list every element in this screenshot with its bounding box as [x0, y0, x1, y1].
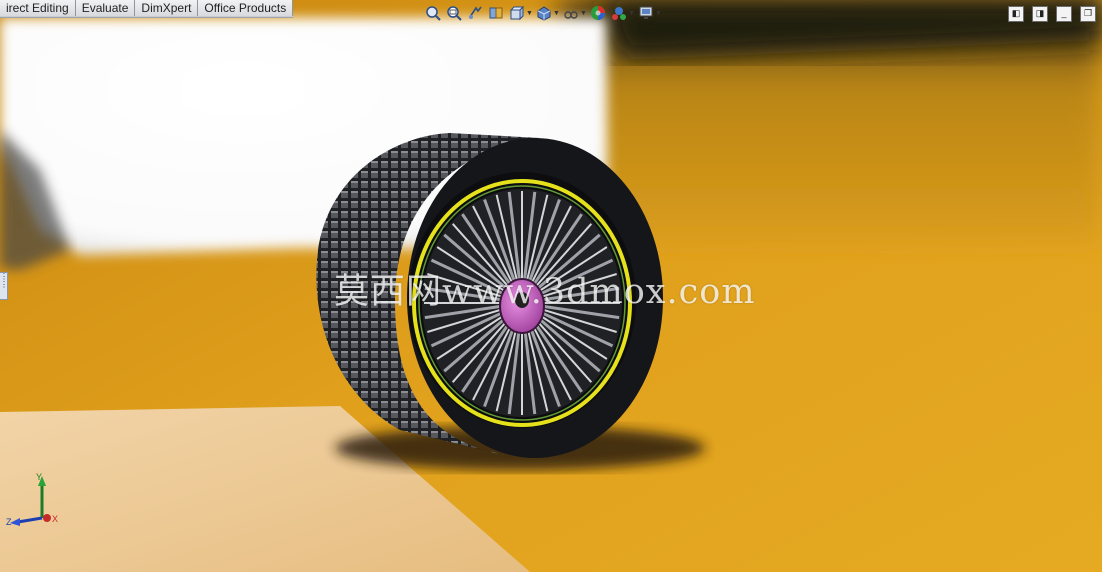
tile-right-icon[interactable]: ◨: [1032, 6, 1048, 22]
tab-evaluate[interactable]: Evaluate: [75, 0, 136, 16]
display-style-icon[interactable]: [535, 4, 553, 22]
view-settings-icon[interactable]: [637, 4, 655, 22]
previous-view-icon[interactable]: [466, 4, 484, 22]
tab-direct-editing[interactable]: irect Editing: [0, 0, 76, 16]
chevron-down-icon[interactable]: ▼: [655, 10, 662, 17]
chevron-down-icon[interactable]: ▼: [580, 10, 587, 17]
chevron-down-icon[interactable]: ▼: [553, 10, 560, 17]
restore-icon[interactable]: ❐: [1080, 6, 1096, 22]
section-view-icon[interactable]: [487, 4, 505, 22]
window-controls: ◧ ◨ _ ❐: [1008, 6, 1096, 22]
edit-appearance-icon[interactable]: [589, 4, 607, 22]
hide-show-items-icon[interactable]: [562, 4, 580, 22]
chevron-down-icon[interactable]: ▼: [628, 10, 635, 17]
tile-left-icon[interactable]: ◧: [1008, 6, 1024, 22]
feature-manager-collapse-handle[interactable]: ⋮ ⋮: [0, 272, 8, 300]
chevron-down-icon[interactable]: ▼: [526, 10, 533, 17]
view-orientation-icon[interactable]: [508, 4, 526, 22]
zoom-to-fit-icon[interactable]: [424, 4, 442, 22]
tab-dimxpert[interactable]: DimXpert: [135, 0, 199, 16]
heads-up-view-toolbar: ▼ ▼ ▼ ▼ ▼: [424, 3, 662, 23]
watermark-text: 莫西网www.3dmox.com: [334, 272, 756, 312]
triad-z-label: Z: [6, 517, 12, 527]
zoom-to-area-icon[interactable]: [445, 4, 463, 22]
command-manager-tabs: irect Editing Evaluate DimXpert Office P…: [0, 0, 294, 18]
tab-office-products[interactable]: Office Products: [198, 0, 294, 16]
reference-triad: Y Z X: [6, 472, 58, 527]
apply-scene-icon[interactable]: [610, 4, 628, 22]
minimize-icon[interactable]: _: [1056, 6, 1072, 22]
triad-y-label: Y: [36, 472, 42, 482]
triad-x-label: X: [52, 514, 58, 524]
